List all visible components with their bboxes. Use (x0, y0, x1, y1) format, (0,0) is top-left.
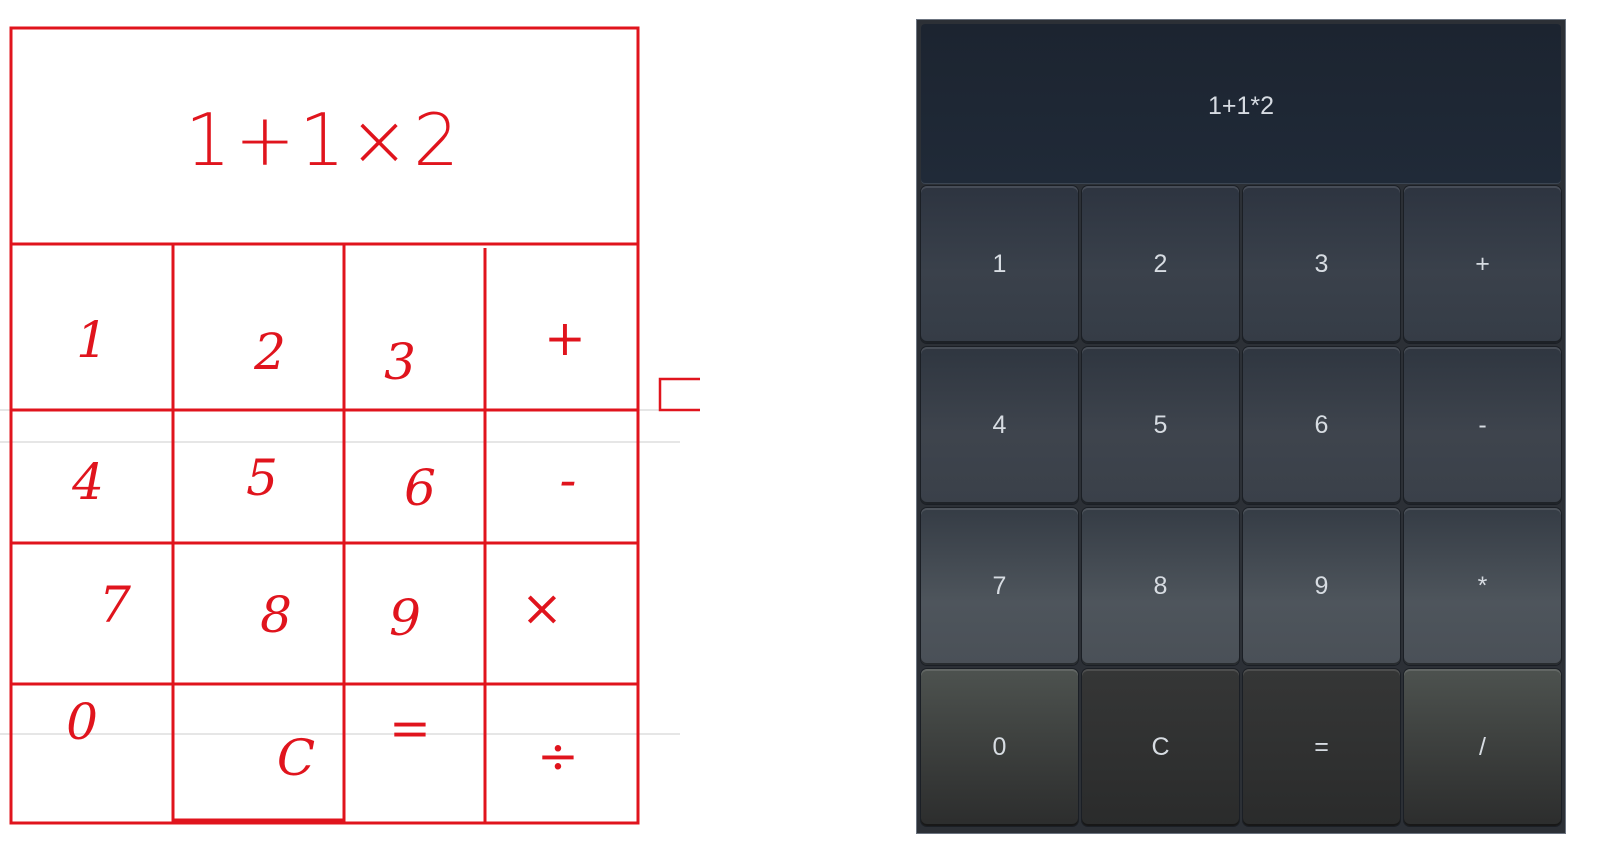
sketch-key-divide: ÷ (537, 727, 579, 785)
sketch-key-0: 0 (66, 693, 98, 751)
calculator-display-expression: 1+1*2 (1207, 92, 1275, 120)
key-2[interactable]: 2 (1082, 186, 1239, 343)
key-1[interactable]: 1 (921, 186, 1078, 343)
key-8[interactable]: 8 (1082, 508, 1239, 665)
sketch-key-minus: - (559, 451, 577, 509)
sketch-key-8: 8 (260, 586, 292, 644)
calculator-display: 1+1*2 (921, 24, 1561, 184)
sketch-key-plus: + (544, 309, 586, 367)
sketch-key-3: 3 (384, 333, 416, 391)
sketch-key-7: 7 (99, 576, 131, 634)
sketch-key-5: 5 (246, 449, 278, 507)
key-plus[interactable]: + (1404, 186, 1561, 343)
calculator-keypad: 1 2 3 + 4 5 6 - 7 8 9 * 0 C = / (921, 186, 1563, 830)
sketch-key-2: 2 (254, 323, 286, 381)
key-0[interactable]: 0 (921, 669, 1078, 826)
key-4[interactable]: 4 (921, 347, 1078, 504)
sketch-key-multiply: × (521, 579, 563, 637)
calculator-panel: 1+1*2 1 2 3 + 4 5 6 - 7 8 9 * 0 C = / (916, 19, 1566, 834)
key-minus[interactable]: - (1404, 347, 1561, 504)
sketch-key-6: 6 (404, 459, 436, 517)
key-6[interactable]: 6 (1243, 347, 1400, 504)
sketch-key-9: 9 (389, 589, 421, 647)
transform-arrow (658, 377, 700, 412)
key-equals[interactable]: = (1243, 669, 1400, 826)
sketch-key-1: 1 (76, 311, 108, 369)
key-clear[interactable]: C (1082, 669, 1239, 826)
key-3[interactable]: 3 (1243, 186, 1400, 343)
hand-drawn-calculator-sketch: 1+1×2 1 2 3 + 4 5 6 - 7 8 9 × 0 C = ÷ (0, 0, 700, 862)
key-divide[interactable]: / (1404, 669, 1561, 826)
key-7[interactable]: 7 (921, 508, 1078, 665)
sketch-display-expression: 1+1×2 (184, 98, 464, 182)
sketch-key-equals: = (389, 699, 431, 757)
sketch-key-4: 4 (72, 453, 104, 511)
sketch-key-clear: C (276, 729, 316, 787)
key-9[interactable]: 9 (1243, 508, 1400, 665)
key-multiply[interactable]: * (1404, 508, 1561, 665)
key-5[interactable]: 5 (1082, 347, 1239, 504)
